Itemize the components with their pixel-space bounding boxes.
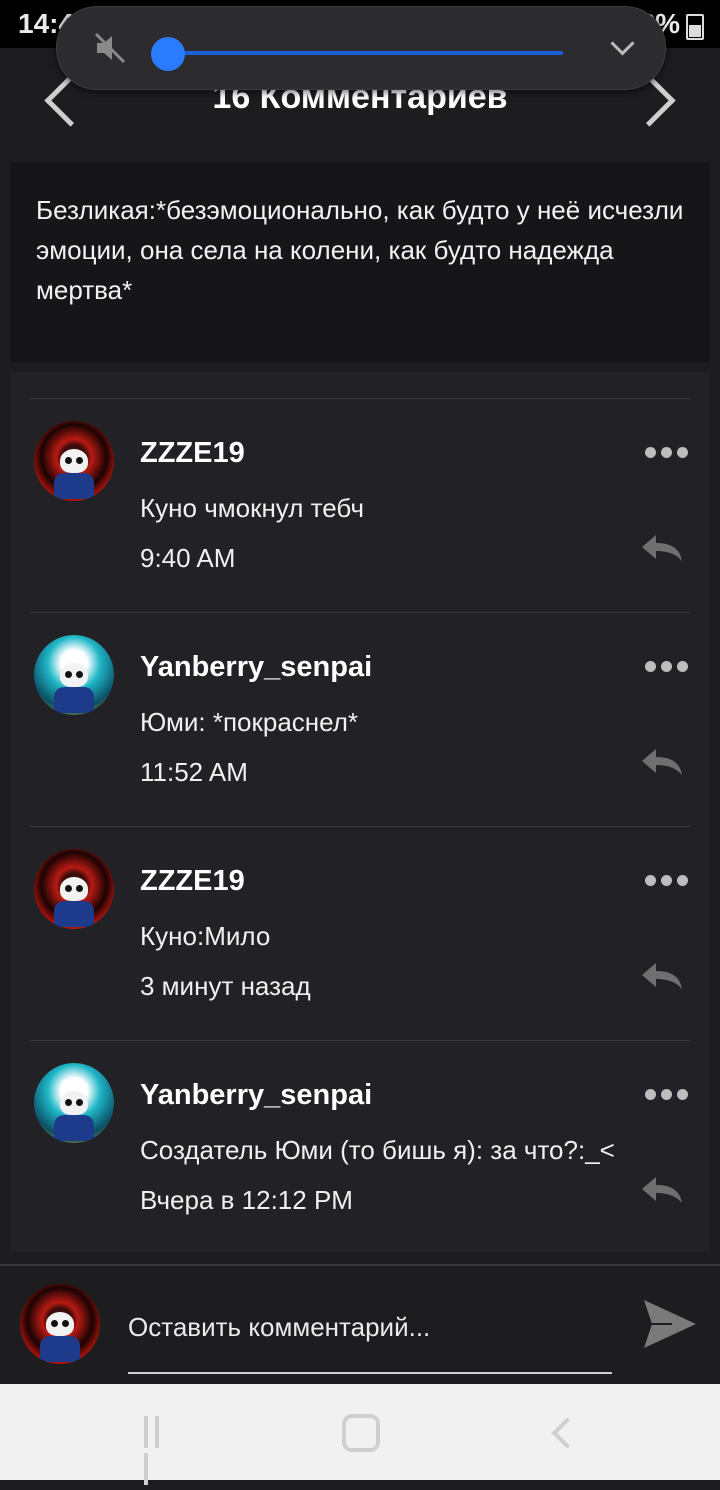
- post-content: Безликая:*безэмоционально, как будто у н…: [10, 162, 710, 362]
- home-icon[interactable]: [342, 1414, 380, 1452]
- comment-username[interactable]: Yanberry_senpai: [140, 1079, 372, 1112]
- more-icon[interactable]: [640, 445, 688, 463]
- battery-icon: [686, 14, 704, 40]
- system-nav-bar: [0, 1384, 720, 1485]
- comment-username[interactable]: ZZZE19: [140, 865, 245, 898]
- more-icon[interactable]: [640, 873, 688, 891]
- mute-icon[interactable]: [93, 31, 127, 65]
- more-icon[interactable]: [640, 1087, 688, 1105]
- chevron-down-icon[interactable]: [610, 31, 635, 56]
- reply-icon[interactable]: [640, 1175, 684, 1205]
- comment-input[interactable]: Оставить комментарий...: [128, 1306, 612, 1374]
- comment-item[interactable]: ZZZE19 Куно:Мило 3 минут назад: [30, 826, 690, 1041]
- comment-text: Юми: *покраснел*: [140, 707, 359, 737]
- avatar: [20, 1284, 100, 1364]
- comment-item[interactable]: ZZZE19 Куно чмокнул тебч 9:40 AM: [30, 398, 690, 613]
- comment-time: Вчера в 12:12 PM: [140, 1185, 353, 1215]
- avatar[interactable]: [34, 1063, 114, 1143]
- avatar[interactable]: [34, 635, 114, 715]
- avatar[interactable]: [34, 421, 114, 501]
- comment-time: 9:40 AM: [140, 543, 236, 573]
- comment-time: 11:52 AM: [140, 757, 248, 787]
- back-icon[interactable]: [551, 1417, 583, 1449]
- comment-text: Куно чмокнул тебч: [140, 493, 364, 523]
- volume-slider-knob[interactable]: [151, 37, 185, 71]
- reply-icon[interactable]: [640, 747, 684, 777]
- volume-slider-track[interactable]: [167, 51, 563, 55]
- send-icon[interactable]: [642, 1296, 698, 1352]
- comment-list[interactable]: ZZZE19 Куно чмокнул тебч 9:40 AM Yanberr…: [10, 372, 710, 1252]
- comment-username[interactable]: Yanberry_senpai: [140, 651, 372, 684]
- comment-item[interactable]: Yanberry_senpai Создатель Юми (то бишь я…: [30, 1040, 690, 1255]
- comment-text: Куно:Мило: [140, 921, 271, 951]
- avatar[interactable]: [34, 849, 114, 929]
- recent-apps-icon[interactable]: [144, 1416, 174, 1485]
- more-icon[interactable]: [640, 659, 688, 677]
- reply-icon[interactable]: [640, 961, 684, 991]
- post-text: Безликая:*безэмоционально, как будто у н…: [36, 195, 684, 305]
- volume-overlay[interactable]: [56, 6, 666, 90]
- comment-item[interactable]: Yanberry_senpai Юми: *покраснел* 11:52 A…: [30, 612, 690, 827]
- comment-username[interactable]: ZZZE19: [140, 437, 245, 470]
- comment-time: 3 минут назад: [140, 971, 311, 1001]
- comment-text: Создатель Юми (то бишь я): за что?:_<: [140, 1135, 615, 1165]
- reply-icon[interactable]: [640, 533, 684, 563]
- comment-composer: Оставить комментарий...: [0, 1264, 720, 1386]
